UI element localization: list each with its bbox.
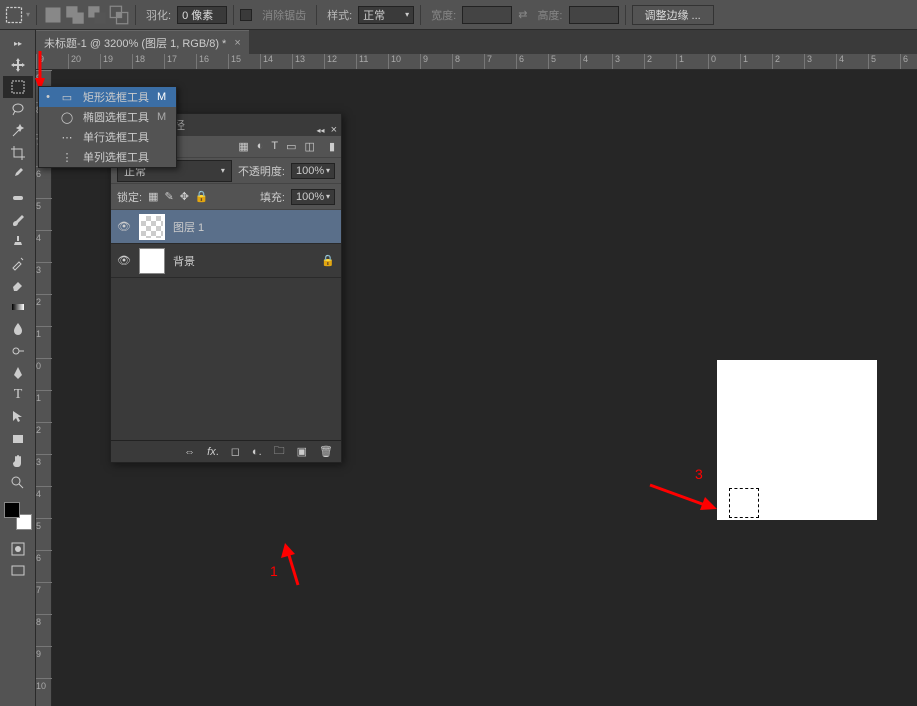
document-tab-title: 未标题-1 @ 3200% (图层 1, RGB/8) * xyxy=(44,35,226,51)
visibility-icon[interactable]: 👁 xyxy=(117,220,131,234)
gradient-tool[interactable] xyxy=(3,296,33,318)
selection-intersect-icon[interactable] xyxy=(109,5,129,25)
annotation-arrow-3 xyxy=(645,475,725,515)
antialias-label: 消除锯齿 xyxy=(262,7,306,23)
marquee-selection[interactable] xyxy=(729,488,759,518)
annotation-arrow-1 xyxy=(273,540,313,590)
layer-row-0[interactable]: 👁 图层 1 xyxy=(111,210,341,244)
ruler-horizontal: 920191817161514131211109876543210123456 xyxy=(36,54,917,70)
quickmask-tool[interactable] xyxy=(3,538,33,560)
panel-close-icon[interactable]: × xyxy=(331,124,337,136)
layer-name: 背景 xyxy=(173,253,195,269)
layer-mask-icon[interactable]: ◻ xyxy=(231,445,240,458)
filter-smart-icon[interactable]: ◫ xyxy=(305,140,315,153)
filter-pixel-icon[interactable]: ◐ xyxy=(257,140,264,153)
style-select[interactable]: 正常▾ xyxy=(358,6,414,24)
lock-all-icon[interactable]: 🔒 xyxy=(195,190,209,203)
color-swatches[interactable] xyxy=(4,502,32,530)
type-tool[interactable]: T xyxy=(3,384,33,406)
lock-transparent-icon[interactable]: ▦ xyxy=(148,190,158,203)
marquee-flyout-menu: •▭矩形选框工具M◯椭圆选框工具M⋯单行选框工具⋮单列选框工具 xyxy=(38,86,177,168)
fill-input[interactable]: 100%▾ xyxy=(291,189,335,205)
flyout-item-1[interactable]: ◯椭圆选框工具M xyxy=(39,107,176,127)
document-tab[interactable]: 未标题-1 @ 3200% (图层 1, RGB/8) * × xyxy=(36,30,249,55)
adjustment-layer-icon[interactable]: ◐. xyxy=(252,446,262,458)
delete-layer-icon[interactable]: 🗑 xyxy=(319,445,333,458)
layer-fx-icon[interactable]: fx. xyxy=(207,446,219,458)
feather-label: 羽化: xyxy=(146,7,171,23)
filter-toggle-icon[interactable]: ▮ xyxy=(329,140,335,153)
clone-stamp-tool[interactable] xyxy=(3,230,33,252)
opacity-input[interactable]: 100%▾ xyxy=(291,163,335,179)
close-tab-icon[interactable]: × xyxy=(234,37,240,49)
visibility-icon[interactable]: 👁 xyxy=(117,254,131,268)
layer-row-1[interactable]: 👁 背景 🔒 xyxy=(111,244,341,278)
width-input xyxy=(462,6,512,24)
panel-collapse-icon[interactable]: ◂◂ xyxy=(317,126,325,135)
dodge-tool[interactable] xyxy=(3,340,33,362)
path-selection-tool[interactable] xyxy=(3,406,33,428)
lock-pixels-icon[interactable]: ✎ xyxy=(164,190,173,203)
tool-preset-dropdown[interactable]: ▾ xyxy=(26,10,30,19)
blur-tool[interactable] xyxy=(3,318,33,340)
layers-list: 👁 图层 1 👁 背景 🔒 xyxy=(111,210,341,440)
opacity-label: 不透明度: xyxy=(238,163,285,179)
height-label: 高度: xyxy=(537,7,562,23)
eyedropper-tool[interactable] xyxy=(3,164,33,186)
flyout-item-3[interactable]: ⋮单列选框工具 xyxy=(39,147,176,167)
width-label: 宽度: xyxy=(431,7,456,23)
height-input xyxy=(569,6,619,24)
rectangle-tool[interactable] xyxy=(3,428,33,450)
marquee-tool-indicator[interactable] xyxy=(4,5,24,25)
brush-tool[interactable] xyxy=(3,208,33,230)
crop-tool[interactable] xyxy=(3,142,33,164)
annotation-label-1: 1 xyxy=(270,563,278,579)
filter-type-icon[interactable]: T xyxy=(271,140,278,153)
layer-group-icon[interactable]: 🗀 xyxy=(274,442,285,461)
history-brush-tool[interactable] xyxy=(3,252,33,274)
flyout-item-0[interactable]: •▭矩形选框工具M xyxy=(39,87,176,107)
selection-new-icon[interactable] xyxy=(43,5,63,25)
layer-thumbnail[interactable] xyxy=(139,248,165,274)
lasso-tool[interactable] xyxy=(3,98,33,120)
document-tab-bar: 未标题-1 @ 3200% (图层 1, RGB/8) * × xyxy=(0,30,917,54)
zoom-tool[interactable] xyxy=(3,472,33,494)
filter-kind-icon[interactable]: ▦ xyxy=(238,140,248,153)
filter-shape-icon[interactable]: ▭ xyxy=(286,140,296,153)
lock-position-icon[interactable]: ✥ xyxy=(180,190,189,203)
feather-input[interactable] xyxy=(177,6,227,24)
options-bar: ▾ 羽化: 消除锯齿 样式: 正常▾ 宽度: ⇄ 高度: 调整边缘 ... xyxy=(0,0,917,30)
antialias-checkbox xyxy=(240,9,252,21)
hand-tool[interactable] xyxy=(3,450,33,472)
pen-tool[interactable] xyxy=(3,362,33,384)
annotation-label-3: 3 xyxy=(695,466,703,482)
flyout-item-2[interactable]: ⋯单行选框工具 xyxy=(39,127,176,147)
selection-add-icon[interactable] xyxy=(65,5,85,25)
swap-icon[interactable]: ⇄ xyxy=(518,8,527,21)
fill-label: 填充: xyxy=(260,189,285,205)
lock-label: 锁定: xyxy=(117,189,142,205)
tools-panel: ▸▸ T xyxy=(0,30,36,706)
new-layer-icon[interactable]: ▣ xyxy=(297,445,307,458)
layers-footer: ⇔ fx. ◻ ◐. 🗀 ▣ 🗑 xyxy=(111,440,341,462)
lock-icon: 🔒 xyxy=(321,254,335,267)
refine-edge-button[interactable]: 调整边缘 ... xyxy=(632,5,714,25)
eraser-tool[interactable] xyxy=(3,274,33,296)
style-label: 样式: xyxy=(327,7,352,23)
selection-subtract-icon[interactable] xyxy=(87,5,107,25)
screenmode-tool[interactable] xyxy=(3,560,33,582)
link-layers-icon[interactable]: ⇔ xyxy=(184,446,195,458)
layer-thumbnail[interactable] xyxy=(139,214,165,240)
foreground-color-swatch[interactable] xyxy=(4,502,20,518)
layer-name: 图层 1 xyxy=(173,219,204,235)
magic-wand-tool[interactable] xyxy=(3,120,33,142)
healing-brush-tool[interactable] xyxy=(3,186,33,208)
